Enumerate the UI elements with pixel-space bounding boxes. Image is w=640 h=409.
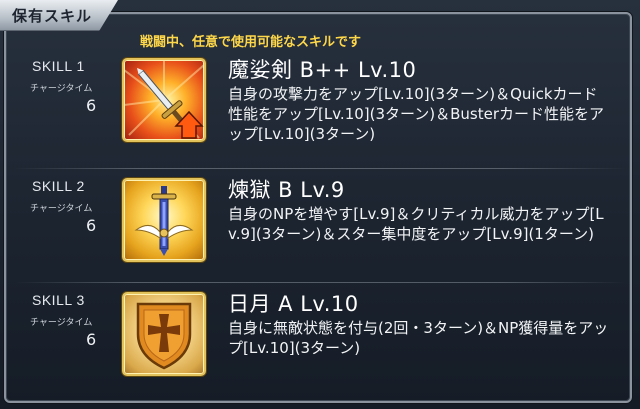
divider [14, 282, 626, 283]
skill-name: 日月 A Lv.10 [228, 292, 359, 316]
skill-name: 煉獄 B Lv.9 [228, 178, 345, 202]
skill-label: SKILL 1 [32, 58, 85, 74]
panel-subtitle: 戦闘中、任意で使用可能なスキルです [140, 35, 362, 50]
charge-time-value: 6 [86, 216, 97, 235]
skill-label: SKILL 3 [32, 292, 85, 308]
skill-row-3[interactable]: SKILL 3 チャージタイム 6 日月 A Lv.10 自身に無敵状態を付与(… [0, 292, 640, 402]
skills-panel: 保有スキル 戦闘中、任意で使用可能なスキルです SKILL 1 チャージタイム … [0, 0, 640, 409]
sword-crest-icon[interactable] [122, 178, 206, 262]
charge-time-label: チャージタイム [30, 204, 93, 214]
skill-description: 自身のNPを増やす[Lv.9]＆クリティカル威力をアップ[Lv.9](3ターン)… [228, 205, 604, 243]
divider [14, 168, 626, 169]
skill-description: 自身に無敵状態を付与(2回・3ターン)＆NP獲得量をアップ[Lv.10](3ター… [228, 319, 609, 357]
skill-label: SKILL 2 [32, 178, 85, 194]
header-tab: 保有スキル [0, 0, 118, 31]
charge-time-label: チャージタイム [30, 318, 93, 328]
charge-time-label: チャージタイム [30, 84, 93, 94]
skill-description: 自身の攻撃力をアップ[Lv.10](3ターン)＆Quickカード性能をアップ[L… [228, 85, 605, 143]
header-title: 保有スキル [12, 7, 93, 25]
skill-row-1[interactable]: SKILL 1 チャージタイム 6 魔娑剣 B++ Lv.10 自身の攻撃力をア… [0, 58, 640, 168]
charge-time-value: 6 [86, 96, 97, 115]
cross-shield-icon[interactable] [122, 292, 206, 376]
sword-attack-up-icon[interactable] [122, 58, 206, 142]
charge-time-value: 6 [86, 330, 97, 349]
skill-row-2[interactable]: SKILL 2 チャージタイム 6 煉獄 B Lv.9 自身のNPを増やす[Lv… [0, 178, 640, 288]
skill-name: 魔娑剣 B++ Lv.10 [228, 58, 417, 82]
